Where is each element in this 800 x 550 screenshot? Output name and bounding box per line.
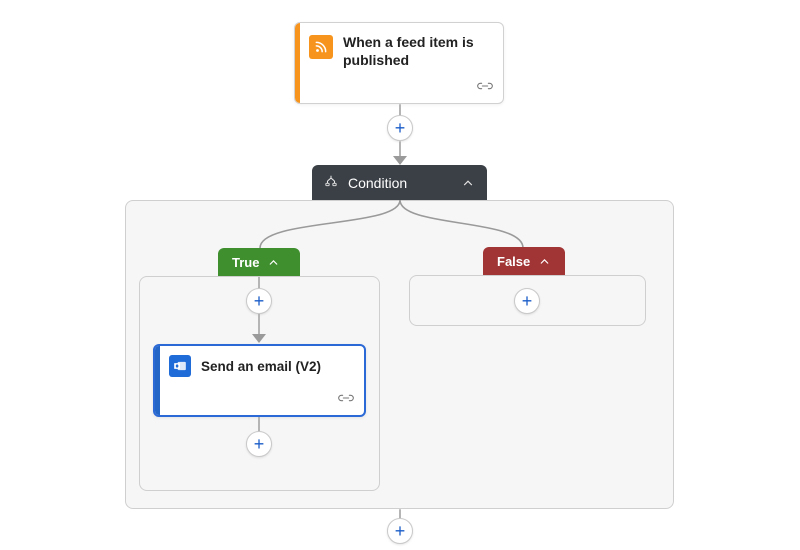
- add-step-button[interactable]: +: [387, 115, 413, 141]
- action-card-send-email[interactable]: Send an email (V2): [153, 344, 366, 417]
- flow-designer-canvas: When a feed item is published + Conditio…: [0, 0, 800, 550]
- chevron-up-icon: [461, 176, 475, 190]
- false-branch-header[interactable]: False: [483, 247, 565, 276]
- add-action-button-true-top[interactable]: +: [246, 288, 272, 314]
- rss-icon: [309, 35, 333, 59]
- condition-header[interactable]: Condition: [312, 165, 487, 201]
- connector-line: [258, 314, 260, 336]
- condition-icon: [324, 174, 338, 193]
- add-step-button-bottom[interactable]: +: [387, 518, 413, 544]
- plus-icon: +: [254, 291, 265, 312]
- trigger-title: When a feed item is published: [343, 33, 491, 69]
- trigger-card[interactable]: When a feed item is published: [294, 22, 504, 104]
- action-title: Send an email (V2): [201, 359, 321, 374]
- action-footer: [155, 388, 364, 415]
- action-accent-stripe: [155, 346, 160, 415]
- add-action-button-true-bottom[interactable]: +: [246, 431, 272, 457]
- plus-icon: +: [254, 434, 265, 455]
- connector-arrow-icon: [252, 334, 266, 343]
- false-branch-label: False: [497, 254, 530, 269]
- add-action-button-false[interactable]: +: [514, 288, 540, 314]
- plus-icon: +: [395, 118, 406, 139]
- plus-icon: +: [395, 521, 406, 542]
- connector-arrow-icon: [393, 156, 407, 165]
- action-body: Send an email (V2): [155, 346, 364, 381]
- outlook-icon: [169, 355, 191, 377]
- trigger-body: When a feed item is published: [295, 23, 503, 75]
- plus-icon: +: [522, 291, 533, 312]
- chevron-up-icon: [538, 255, 551, 268]
- true-branch-label: True: [232, 255, 259, 270]
- connection-link-icon: [338, 391, 354, 409]
- connection-link-icon: [477, 79, 493, 97]
- true-branch-header[interactable]: True: [218, 248, 300, 277]
- trigger-accent-stripe: [295, 23, 300, 103]
- condition-title: Condition: [348, 175, 407, 191]
- connector-line: [258, 417, 260, 432]
- trigger-footer: [295, 75, 503, 103]
- chevron-up-icon: [267, 256, 280, 269]
